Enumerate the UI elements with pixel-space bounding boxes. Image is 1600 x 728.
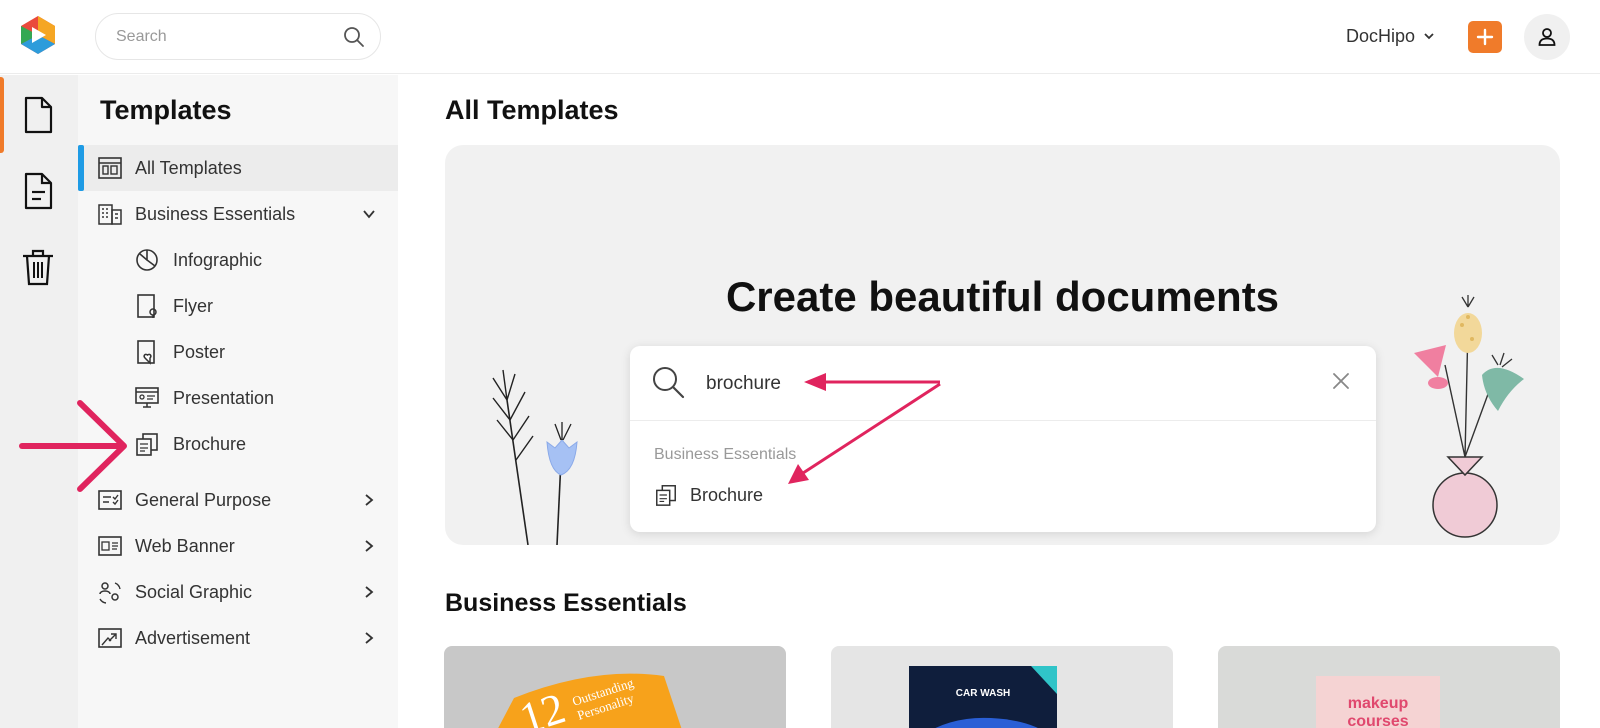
- sidebar-item-business-essentials[interactable]: Business Essentials: [78, 191, 398, 237]
- global-search-input[interactable]: [116, 26, 326, 48]
- suggestion-group-label: Business Essentials: [654, 446, 797, 463]
- checklist-icon: [98, 490, 122, 510]
- flyer-icon: [137, 294, 157, 318]
- brochure-icon: [656, 485, 676, 506]
- sidebar-title: Templates: [100, 95, 232, 125]
- document-lines-icon[interactable]: [20, 171, 56, 211]
- section-title-business-essentials: Business Essentials: [445, 589, 687, 617]
- chevron-right-icon[interactable]: [362, 631, 376, 645]
- templates-sidebar: Templates All Templates Business Essenti…: [78, 75, 398, 728]
- advertisement-icon: [98, 628, 122, 648]
- template-card[interactable]: CAR WASH: [831, 646, 1173, 728]
- sidebar-item-label: Social Graphic: [135, 581, 253, 602]
- global-search-box[interactable]: [95, 13, 381, 60]
- presentation-icon: [135, 387, 159, 408]
- suggestion-item-label: Brochure: [690, 485, 764, 505]
- sidebar-item-general-purpose[interactable]: General Purpose: [78, 477, 398, 523]
- thumbnail-title: makeup: [1348, 695, 1409, 712]
- rail-active-indicator: [0, 77, 4, 153]
- sidebar-item-flyer[interactable]: Flyer: [78, 283, 398, 329]
- account-name: DocHipo: [1346, 25, 1416, 46]
- sidebar-item-infographic[interactable]: Infographic: [78, 237, 398, 283]
- suggestion-item-brochure[interactable]: Brochure: [630, 476, 1376, 516]
- brochure-icon: [136, 433, 158, 456]
- trash-icon[interactable]: [20, 247, 56, 287]
- flower-illustration-left: [492, 369, 578, 545]
- template-card[interactable]: 12 Outstanding Personality: [444, 646, 786, 728]
- user-icon: [1538, 28, 1556, 46]
- sidebar-item-label: Flyer: [173, 295, 213, 316]
- building-icon: [98, 204, 122, 225]
- search-icon[interactable]: [342, 25, 366, 49]
- layout-grid-icon: [98, 157, 122, 179]
- chevron-right-icon[interactable]: [362, 585, 376, 599]
- template-thumbnail: makeup courses: [1316, 676, 1440, 728]
- sidebar-item-label: General Purpose: [135, 489, 272, 510]
- sidebar-item-all-templates[interactable]: All Templates: [78, 145, 398, 191]
- close-icon[interactable]: [1330, 370, 1352, 392]
- dochipo-logo-icon[interactable]: [18, 14, 58, 56]
- document-icon[interactable]: [20, 95, 56, 135]
- template-card[interactable]: makeup courses: [1218, 646, 1560, 728]
- sidebar-item-label: Web Banner: [135, 535, 235, 556]
- page-title: All Templates: [445, 95, 619, 125]
- sidebar-item-label: Poster: [173, 341, 226, 362]
- poster-heart-icon: [137, 340, 155, 365]
- sidebar-item-label: Business Essentials: [135, 203, 296, 224]
- hero-headline: Create beautiful documents: [725, 273, 1280, 320]
- chevron-down-icon: [1424, 33, 1434, 40]
- sidebar-item-advertisement[interactable]: Advertisement: [78, 615, 398, 661]
- template-search-panel: Business Essentials Brochure: [630, 346, 1376, 532]
- flower-vase-illustration: [1414, 295, 1524, 538]
- social-graphic-icon: [99, 582, 121, 604]
- account-dropdown[interactable]: DocHipo: [1346, 22, 1435, 50]
- create-new-button[interactable]: [1468, 21, 1502, 53]
- sidebar-item-presentation[interactable]: Presentation: [78, 375, 398, 421]
- pie-chart-icon: [136, 249, 158, 271]
- sidebar-item-label: Brochure: [173, 433, 247, 454]
- thumbnail-title: CAR WASH: [956, 688, 1010, 699]
- template-thumbnail: CAR WASH: [909, 666, 1057, 728]
- sidebar-item-poster[interactable]: Poster: [78, 329, 398, 375]
- sidebar-item-web-banner[interactable]: Web Banner: [78, 523, 398, 569]
- chevron-down-icon[interactable]: [362, 207, 376, 221]
- left-rail: [0, 75, 78, 728]
- template-thumbnail: 12 Outstanding Personality: [498, 673, 682, 728]
- search-icon: [653, 367, 685, 399]
- chevron-right-icon[interactable]: [362, 539, 376, 553]
- template-search-input[interactable]: [706, 370, 1266, 398]
- top-bar: DocHipo: [0, 0, 1600, 74]
- sidebar-item-label: Advertisement: [135, 627, 251, 648]
- thumbnail-subtitle: courses: [1347, 713, 1408, 728]
- sidebar-item-label: Presentation: [173, 387, 275, 408]
- chevron-right-icon[interactable]: [362, 493, 376, 507]
- sidebar-item-social-graphic[interactable]: Social Graphic: [78, 569, 398, 615]
- web-banner-icon: [98, 536, 122, 556]
- sidebar-item-label: Infographic: [173, 249, 263, 270]
- sidebar-item-brochure[interactable]: Brochure: [78, 421, 398, 467]
- sidebar-item-label: All Templates: [135, 157, 242, 178]
- plus-icon: [1476, 28, 1494, 46]
- divider: [630, 420, 1376, 421]
- user-avatar-button[interactable]: [1524, 14, 1570, 60]
